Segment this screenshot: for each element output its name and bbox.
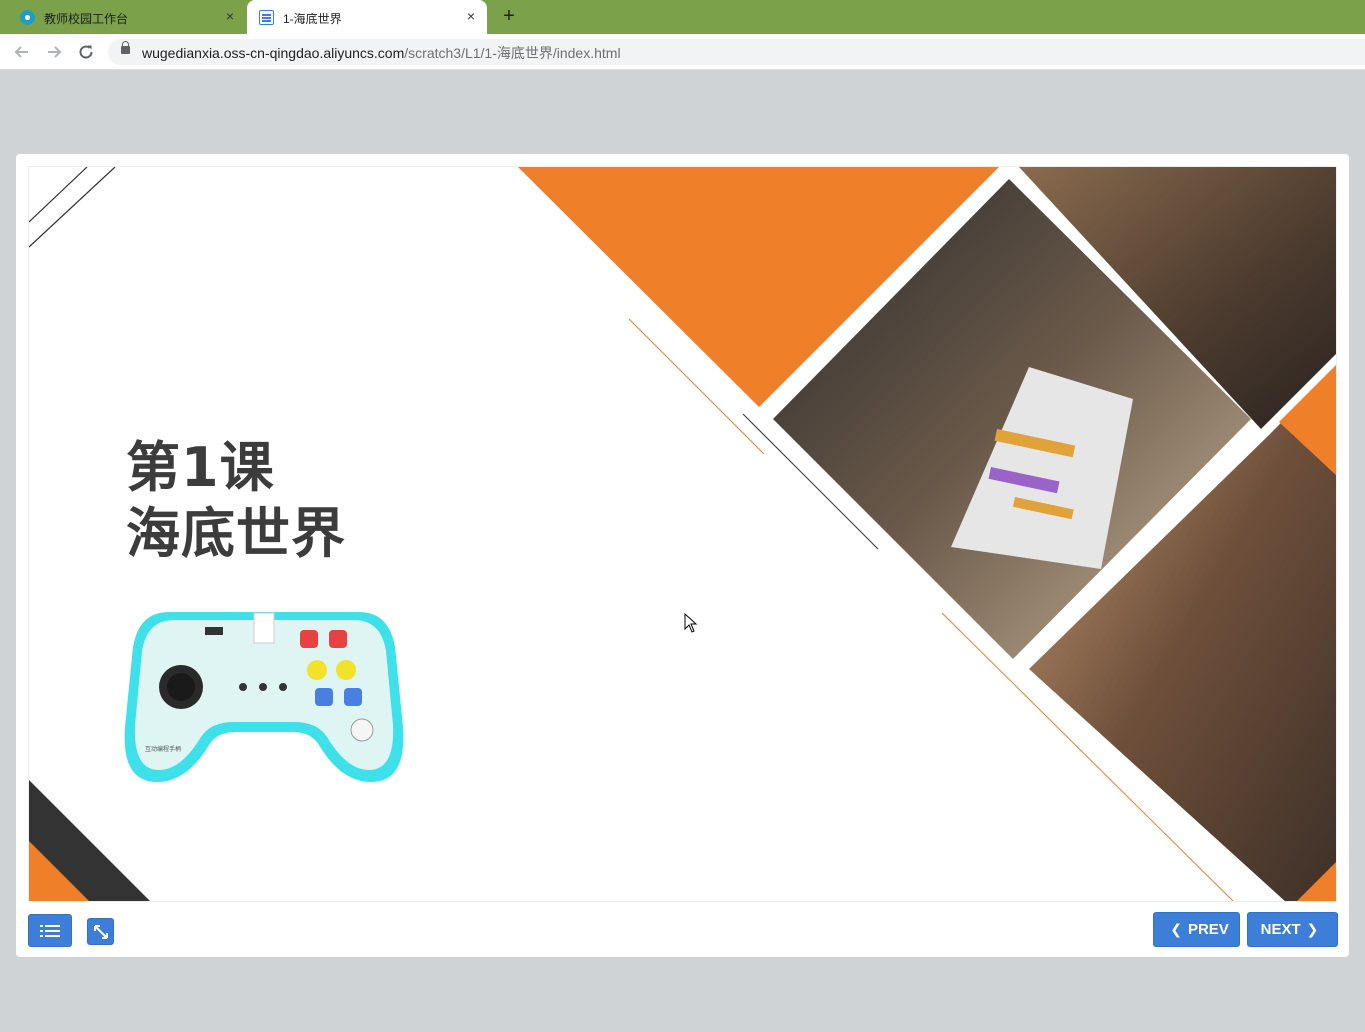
reload-button[interactable] (75, 41, 97, 63)
next-label: NEXT (1260, 921, 1301, 938)
tab-strip: 教师校园工作台 × 1-海底世界 × + (0, 0, 1365, 34)
new-tab-button[interactable]: + (500, 5, 518, 28)
reload-icon (79, 45, 93, 59)
chevron-left-icon: ❮ (1170, 921, 1182, 937)
prev-label: PREV (1187, 921, 1229, 938)
tab-ocean-world[interactable]: 1-海底世界 × (247, 0, 487, 34)
close-tab-icon[interactable]: × (226, 8, 234, 24)
tab-title: 教师校园工作台 (44, 12, 129, 26)
browser-toolbar: wugedianxia.oss-cn-qingdao.aliyuncs.com/… (0, 34, 1365, 70)
close-tab-icon[interactable]: × (467, 8, 475, 24)
slide-controls: ❮ PREV NEXT ❯ (16, 902, 1349, 957)
gamepad-image: 互动编程手柄 (124, 612, 404, 782)
arrow-left-icon (14, 46, 28, 58)
lesson-number: 第1课 (126, 436, 275, 499)
gamepad-label: 互动编程手柄 (145, 745, 181, 753)
expand-icon (93, 924, 108, 939)
corner-line (29, 167, 116, 248)
presentation-frame: 互动编程手柄 第1课 海底世界 ❮ PREV NEXT ❯ (16, 154, 1349, 957)
forward-button[interactable] (43, 41, 65, 63)
page-favicon-icon (259, 10, 274, 25)
tab-title: 1-海底世界 (283, 12, 342, 26)
chevron-right-icon: ❯ (1306, 921, 1319, 937)
arrow-right-icon (48, 46, 62, 58)
lesson-name: 海底世界 (126, 502, 346, 565)
fullscreen-button[interactable] (87, 918, 114, 945)
address-bar[interactable]: wugedianxia.oss-cn-qingdao.aliyuncs.com/… (108, 39, 1365, 65)
corner-line (29, 167, 88, 223)
prev-button[interactable]: ❮ PREV (1153, 912, 1240, 947)
list-icon (40, 924, 60, 937)
mouse-cursor-icon (684, 613, 698, 633)
back-button[interactable] (11, 41, 33, 63)
next-button[interactable]: NEXT ❯ (1247, 912, 1338, 947)
slide-title: 第1课 海底世界 (126, 435, 346, 567)
lock-icon (121, 41, 130, 54)
menu-button[interactable] (28, 914, 72, 947)
tab-teacher-workbench[interactable]: 教师校园工作台 × (0, 0, 246, 34)
site-favicon-icon (20, 10, 35, 25)
slide[interactable]: 互动编程手柄 第1课 海底世界 (28, 166, 1337, 902)
url-text: wugedianxia.oss-cn-qingdao.aliyuncs.com/… (142, 45, 621, 61)
